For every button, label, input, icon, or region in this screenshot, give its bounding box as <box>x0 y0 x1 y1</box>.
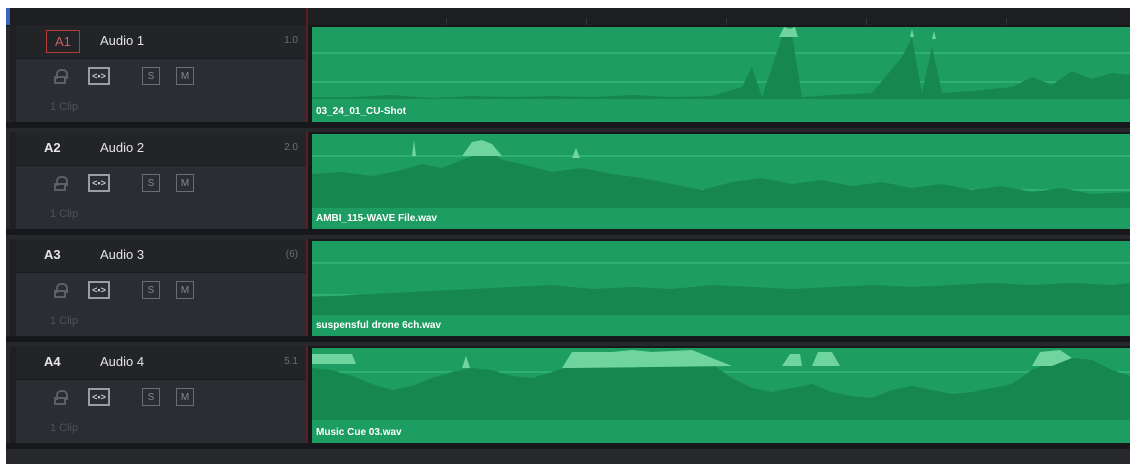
audio-clip[interactable]: AMBI_115-WAVE File.wav <box>312 134 1130 229</box>
track-channel-value: (6) <box>285 249 298 260</box>
track-header[interactable]: A4 Audio 4 5.1 <•> S M 1 Clip <box>10 346 306 443</box>
playhead-marker[interactable] <box>306 8 308 25</box>
solo-button[interactable]: S <box>142 281 160 299</box>
track-id[interactable]: A4 <box>44 354 61 369</box>
mute-button[interactable]: M <box>176 281 194 299</box>
solo-button[interactable]: S <box>142 67 160 85</box>
track-id[interactable]: A3 <box>44 247 61 262</box>
track-a1: A1 Audio 1 1.0 <•> S M 1 Clip 03_24_01_C… <box>6 25 1130 128</box>
clip-name: suspensful drone 6ch.wav <box>316 320 442 331</box>
track-lane[interactable]: suspensful drone 6ch.wav <box>306 239 1130 336</box>
track-a4: A4 Audio 4 5.1 <•> S M 1 Clip Music Cue … <box>6 346 1130 449</box>
track-channel-value: 5.1 <box>284 356 298 367</box>
track-channel-value: 2.0 <box>284 142 298 153</box>
track-title-row: A1 Audio 1 1.0 <box>16 25 306 59</box>
timeline-start-marker <box>6 8 10 25</box>
track-header[interactable]: A3 Audio 3 (6) <•> S M 1 Clip <box>10 239 306 336</box>
track-id[interactable]: A2 <box>44 140 61 155</box>
track-header[interactable]: A1 Audio 1 1.0 <•> S M 1 Clip <box>10 25 306 122</box>
track-lane[interactable]: Music Cue 03.wav <box>306 346 1130 443</box>
mute-button[interactable]: M <box>176 67 194 85</box>
track-a2: A2 Audio 2 2.0 <•> S M 1 Clip AMBI_115-W… <box>6 132 1130 235</box>
link-icon[interactable]: <•> <box>88 388 110 406</box>
link-icon[interactable]: <•> <box>88 281 110 299</box>
track-name[interactable]: Audio 2 <box>100 140 144 155</box>
lock-icon[interactable] <box>54 283 68 299</box>
track-name[interactable]: Audio 3 <box>100 247 144 262</box>
track-channel-value: 1.0 <box>284 35 298 46</box>
lock-icon[interactable] <box>54 69 68 85</box>
audio-clip[interactable]: 03_24_01_CU-Shot <box>312 27 1130 122</box>
track-lane[interactable]: AMBI_115-WAVE File.wav <box>306 132 1130 229</box>
track-id[interactable]: A1 <box>46 30 80 53</box>
track-header[interactable]: A2 Audio 2 2.0 <•> S M 1 Clip <box>10 132 306 229</box>
track-a3: A3 Audio 3 (6) <•> S M 1 Clip suspensful… <box>6 239 1130 342</box>
link-icon[interactable]: <•> <box>88 174 110 192</box>
audio-timeline: A1 Audio 1 1.0 <•> S M 1 Clip 03_24_01_C… <box>6 8 1130 464</box>
track-name[interactable]: Audio 4 <box>100 354 144 369</box>
clip-name: 03_24_01_CU-Shot <box>316 106 407 117</box>
clip-count: 1 Clip <box>50 208 79 220</box>
timeline-ruler[interactable] <box>6 8 1130 26</box>
waveform <box>312 27 1130 122</box>
track-lane[interactable]: 03_24_01_CU-Shot <box>306 25 1130 122</box>
lock-icon[interactable] <box>54 390 68 406</box>
clip-count: 1 Clip <box>50 422 79 434</box>
solo-button[interactable]: S <box>142 174 160 192</box>
audio-clip[interactable]: suspensful drone 6ch.wav <box>312 241 1130 336</box>
clip-name: AMBI_115-WAVE File.wav <box>316 213 437 224</box>
mute-button[interactable]: M <box>176 388 194 406</box>
mute-button[interactable]: M <box>176 174 194 192</box>
track-title-row: A2 Audio 2 2.0 <box>16 132 306 166</box>
clip-count: 1 Clip <box>50 315 79 327</box>
track-title-row: A3 Audio 3 (6) <box>16 239 306 273</box>
solo-button[interactable]: S <box>142 388 160 406</box>
clip-count: 1 Clip <box>50 101 79 113</box>
clip-name: Music Cue 03.wav <box>316 427 402 438</box>
audio-clip[interactable]: Music Cue 03.wav <box>312 348 1130 443</box>
track-title-row: A4 Audio 4 5.1 <box>16 346 306 380</box>
link-icon[interactable]: <•> <box>88 67 110 85</box>
waveform <box>312 350 1130 443</box>
lock-icon[interactable] <box>54 176 68 192</box>
track-name[interactable]: Audio 1 <box>100 33 144 48</box>
